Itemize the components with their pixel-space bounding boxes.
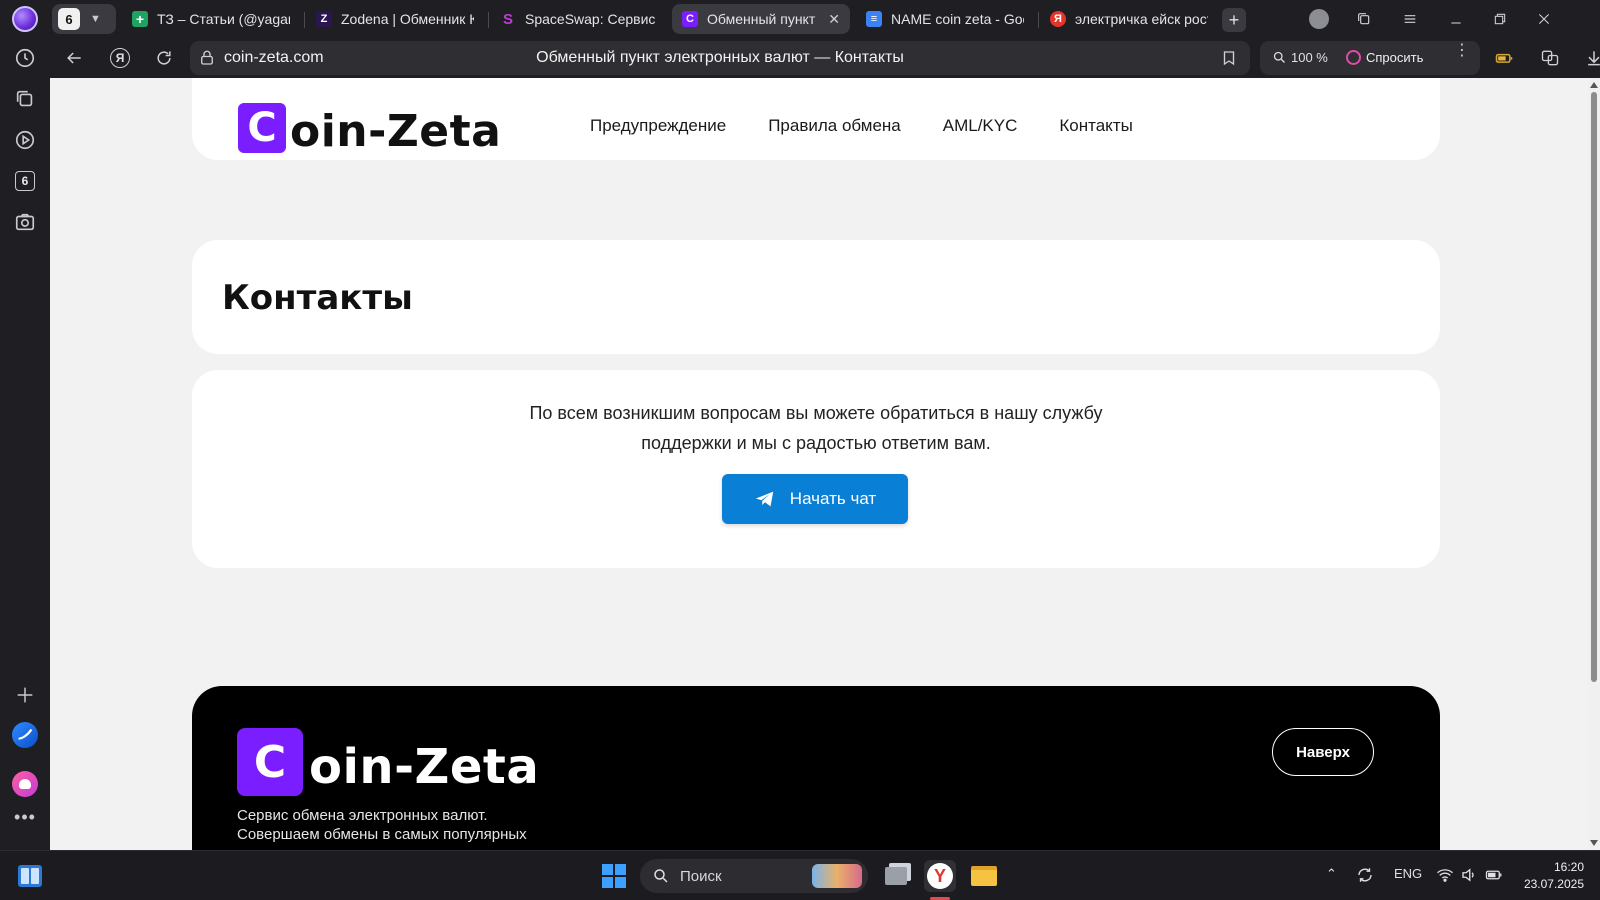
zodena-favicon-icon: Z	[316, 11, 332, 27]
site-header: C oin-Zeta Предупреждение Правила обмена…	[192, 78, 1440, 160]
coin-zeta-favicon-icon: C	[682, 11, 698, 27]
download-icon[interactable]	[1582, 46, 1600, 70]
address-bar[interactable]: coin-zeta.com Обменный пункт электронных…	[190, 41, 1250, 75]
search-highlight-icon	[812, 864, 862, 888]
tab-close-icon[interactable]: ✕	[828, 11, 840, 28]
tab-strip: 6 ▼ + ТЗ – Статьи (@yagami Z Zodena | Об…	[50, 0, 1600, 38]
logo-mark: C	[238, 102, 286, 153]
widgets-icon[interactable]	[14, 860, 46, 892]
input-language[interactable]: ENG	[1394, 866, 1422, 881]
browser-sidebar: 6 •••	[0, 0, 50, 850]
battery-icon[interactable]	[1484, 866, 1504, 887]
scroll-up-arrow-icon[interactable]	[1590, 82, 1598, 88]
screenshot-icon[interactable]	[12, 209, 38, 235]
bookmark-icon[interactable]	[1220, 49, 1238, 67]
video-play-icon[interactable]	[12, 127, 38, 153]
sheets-favicon-icon: +	[132, 11, 148, 27]
footer-logo-mark: C	[237, 728, 303, 796]
chevron-down-icon: ▼	[90, 13, 101, 25]
back-arrow-icon[interactable]	[62, 46, 86, 70]
telegram-plane-icon	[755, 491, 774, 507]
scroll-down-arrow-icon[interactable]	[1590, 840, 1598, 846]
zoom-icon	[1273, 51, 1285, 63]
google-doc-favicon-icon: ≡	[866, 11, 882, 27]
url-text[interactable]: coin-zeta.com	[224, 49, 324, 67]
browser-toolbar: Я coin-zeta.com Обменный пункт электронн…	[50, 38, 1600, 78]
more-vertical-icon[interactable]: ⋮	[1454, 43, 1470, 59]
logo-wordmark: oin-Zeta	[290, 106, 502, 157]
yandex-favicon-icon: Я	[1050, 11, 1066, 27]
support-message: По всем возникшим вопросам вы можете обр…	[529, 403, 1103, 453]
menu-hamburger-icon[interactable]	[1396, 6, 1424, 32]
new-tab-plus-icon[interactable]: +	[1222, 8, 1246, 32]
contact-card: По всем возникшим вопросам вы можете обр…	[192, 370, 1440, 568]
ask-ai-button[interactable]: Спросить	[1346, 50, 1423, 65]
scrollbar-thumb[interactable]	[1591, 92, 1597, 682]
add-panel-icon[interactable]	[12, 682, 38, 708]
reload-icon[interactable]	[152, 46, 176, 70]
taskbar-search[interactable]: Поиск	[640, 859, 868, 893]
collections-icon[interactable]	[12, 86, 38, 112]
web-viewport: C oin-Zeta Предупреждение Правила обмена…	[50, 78, 1588, 850]
tab-google-doc[interactable]: ≡ NAME coin zeta - Goog	[856, 4, 1034, 34]
tab-groups-icon[interactable]: 6	[12, 168, 38, 194]
alice-icon[interactable]	[12, 771, 38, 797]
nav-aml-kyc[interactable]: AML/KYC	[943, 116, 1018, 136]
minimize-icon[interactable]	[1442, 6, 1470, 32]
more-dots-icon[interactable]: •••	[12, 804, 38, 830]
main-nav: Предупреждение Правила обмена AML/KYC Ко…	[590, 116, 1133, 136]
battery-saver-icon[interactable]	[1492, 46, 1516, 70]
zoom-indicator[interactable]: 100 %	[1272, 50, 1328, 65]
translate-icon[interactable]	[1538, 46, 1562, 70]
yandex-home-icon[interactable]: Я	[108, 46, 132, 70]
close-window-icon[interactable]	[1530, 6, 1558, 32]
volume-icon[interactable]	[1460, 866, 1478, 887]
wifi-icon[interactable]	[1436, 866, 1454, 887]
page-scrollbar[interactable]	[1588, 78, 1600, 850]
search-icon	[654, 869, 668, 883]
nav-exchange-rules[interactable]: Правила обмена	[768, 116, 901, 136]
tab-counter-button[interactable]: 6 ▼	[52, 4, 116, 34]
task-view-icon[interactable]	[880, 860, 912, 892]
restore-icon[interactable]	[1486, 6, 1514, 32]
ai-sparkle-icon	[1346, 50, 1361, 65]
spaceswap-favicon-icon: S	[502, 10, 513, 28]
site-logo[interactable]: C oin-Zeta	[238, 98, 501, 157]
profile-avatar-icon[interactable]	[1305, 6, 1333, 32]
footer-logo[interactable]: C oin-Zeta	[237, 728, 539, 796]
tab-coin-zeta-active[interactable]: C Обменный пункт эл ✕	[672, 4, 850, 34]
tab-collections-icon[interactable]	[1350, 6, 1378, 32]
page-title-text: Обменный пункт электронных валют — Конта…	[536, 49, 904, 66]
site-footer: C oin-Zeta Сервис обмена электронных вал…	[192, 686, 1440, 850]
page-heading: Контакты	[222, 278, 413, 318]
footer-tagline: Сервис обмена электронных валют. Соверша…	[237, 807, 527, 850]
start-windows-icon[interactable]	[598, 860, 630, 892]
back-to-top-button[interactable]: Наверх	[1272, 728, 1374, 776]
sync-icon[interactable]	[1356, 866, 1374, 887]
lock-icon[interactable]	[198, 49, 216, 67]
nav-contacts[interactable]: Контакты	[1059, 116, 1132, 136]
system-clock[interactable]: 16:20 23.07.2025	[1516, 859, 1584, 893]
page-actions-box: 100 % Спросить ⋮	[1260, 41, 1480, 75]
nav-warning[interactable]: Предупреждение	[590, 116, 726, 136]
tab-spaceswap[interactable]: S SpaceSwap: Сервис бы	[490, 4, 668, 34]
tab-count-badge: 6	[58, 8, 80, 30]
footer-logo-wordmark: oin-Zeta	[309, 739, 540, 795]
history-icon[interactable]	[12, 45, 38, 71]
messenger-icon[interactable]	[12, 722, 38, 748]
start-chat-button[interactable]: Начать чат	[722, 474, 908, 524]
file-explorer-icon[interactable]	[968, 860, 1000, 892]
alice-orb-icon[interactable]	[12, 6, 38, 32]
tab-zodena[interactable]: Z Zodena | Обменник Кр	[306, 4, 484, 34]
tab-yandex-search[interactable]: Я электричка ейск рост	[1040, 4, 1218, 34]
tab-tz-articles[interactable]: + ТЗ – Статьи (@yagami	[122, 4, 300, 34]
tray-overflow-chevron-icon[interactable]: ⌃	[1326, 866, 1337, 882]
page-title-card: Контакты	[192, 240, 1440, 354]
yandex-browser-taskbar-icon[interactable]: Y	[924, 860, 956, 892]
os-taskbar: Поиск Y ⌃ ENG 16:20 23.07.2025	[0, 850, 1600, 900]
